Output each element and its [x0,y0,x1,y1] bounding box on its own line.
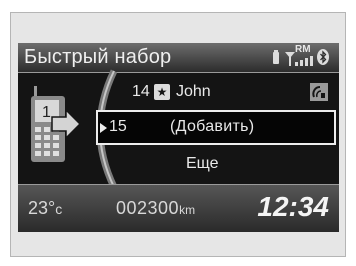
speed-dial-panel: 1 14 ★ John 15 (Добавить) Еще [18,69,339,189]
speed-dial-more[interactable]: Еще [96,149,336,179]
roaming-indicator: RM [295,44,311,55]
speed-dial-list: 14 ★ John 15 (Добавить) Еще [96,77,336,181]
more-label: Еще [186,155,219,172]
temperature-value: 23° [28,198,56,218]
status-footer: 23°c 002300km 12:34 [18,184,339,232]
status-indicators: RM [273,44,333,68]
odometer-value: 002300 [116,198,180,218]
selection-arrow-icon [100,123,107,133]
bluetooth-icon [317,49,329,65]
outside-temperature: 23°c [28,198,62,219]
odometer-unit: km [179,203,196,217]
clock: 12:34 [257,191,329,222]
entry-name: (Добавить) [170,118,255,135]
voice-tag-icon [310,83,328,101]
entry-number: 15 [109,118,127,135]
phone-speed-dial-icon: 1 [31,86,82,162]
odometer: 002300km [116,198,195,219]
audio-display-screen: Быстрый набор RM 1 14 ★ John 15 (Добавит… [18,43,339,232]
speed-dial-entry-add[interactable]: 15 (Добавить) [96,110,336,145]
screen-title: Быстрый набор [24,46,172,68]
entry-name: John [176,83,211,100]
battery-icon [273,50,279,64]
svg-text:1: 1 [42,104,51,121]
entry-number: 14 [132,83,150,100]
header-bar: Быстрый набор RM [18,43,339,73]
temperature-unit: c [55,201,63,217]
speed-dial-entry-john[interactable]: 14 ★ John [96,77,336,107]
star-icon: ★ [154,84,170,100]
